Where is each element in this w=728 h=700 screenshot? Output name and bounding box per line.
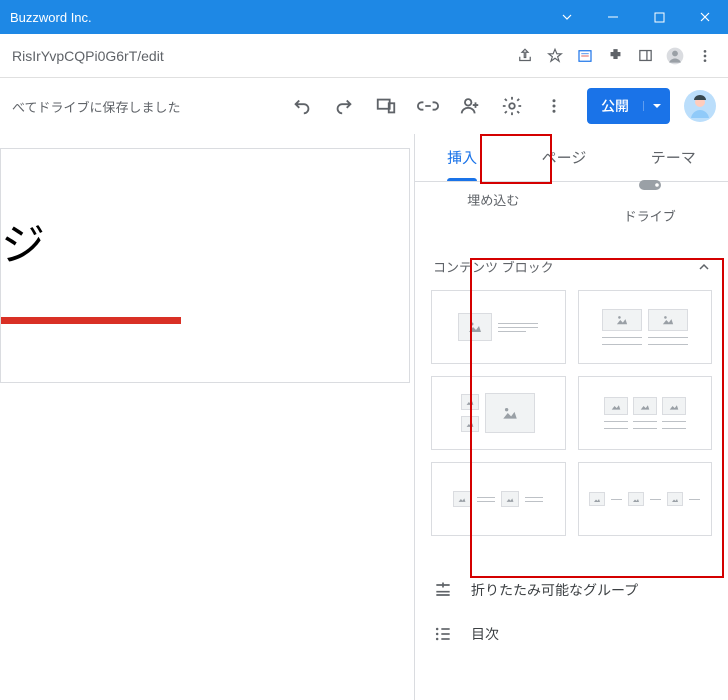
undo-button[interactable] xyxy=(281,85,323,127)
panel-icon[interactable] xyxy=(630,42,660,70)
avatar[interactable] xyxy=(684,90,716,122)
chevron-down-icon[interactable] xyxy=(544,0,590,34)
star-icon[interactable] xyxy=(540,42,570,70)
image-icon xyxy=(453,491,471,507)
profile-icon[interactable] xyxy=(660,42,690,70)
publish-label: 公開 xyxy=(587,96,643,116)
read-icon[interactable] xyxy=(570,42,600,70)
highlight-insert-tab xyxy=(480,134,552,184)
publish-button[interactable]: 公開 xyxy=(587,88,670,124)
tab-insert[interactable]: 挿入 xyxy=(439,135,485,180)
panel-tabs: 挿入 ページ テーマ xyxy=(415,134,728,182)
window-minimize-button[interactable] xyxy=(590,0,636,34)
link-icon[interactable] xyxy=(407,85,449,127)
collapsible-icon xyxy=(433,580,453,600)
page-paper[interactable]: ジ xyxy=(0,148,410,383)
window-maximize-button[interactable] xyxy=(636,0,682,34)
share-icon[interactable] xyxy=(510,42,540,70)
devices-icon[interactable] xyxy=(365,85,407,127)
titlebar: Buzzword Inc. xyxy=(0,0,728,34)
window-close-button[interactable] xyxy=(682,0,728,34)
share-person-icon[interactable] xyxy=(449,85,491,127)
drive-item[interactable]: ドライブ xyxy=(572,190,728,225)
chrome-menu-icon[interactable] xyxy=(690,42,720,70)
app-toolbar: べてドライブに保存しました 公開 xyxy=(0,78,728,134)
drive-label: ドライブ xyxy=(624,209,676,224)
url-text: RisIrYvpCQPi0G6rT/edit xyxy=(8,48,510,64)
insert-quick: 埋め込む ドライブ xyxy=(415,182,728,243)
address-bar: RisIrYvpCQPi0G6rT/edit xyxy=(0,34,728,78)
embed-item[interactable]: 埋め込む xyxy=(415,190,572,225)
more-icon[interactable] xyxy=(533,85,575,127)
toc-label: 目次 xyxy=(471,624,499,644)
window-title: Buzzword Inc. xyxy=(10,10,544,25)
page-canvas[interactable]: ジ xyxy=(0,134,415,700)
toc-icon xyxy=(433,624,453,644)
extensions-icon[interactable] xyxy=(600,42,630,70)
gear-icon[interactable] xyxy=(491,85,533,127)
redo-button[interactable] xyxy=(323,85,365,127)
selection-handle[interactable] xyxy=(1,317,181,324)
highlight-content-blocks xyxy=(470,258,724,578)
embed-label: 埋め込む xyxy=(467,193,519,208)
page-title[interactable]: ジ xyxy=(1,209,409,273)
save-status: べてドライブに保存しました xyxy=(12,97,281,116)
toc-item[interactable]: 目次 xyxy=(433,612,710,656)
tab-theme[interactable]: テーマ xyxy=(643,135,704,180)
collapsible-label: 折りたたみ可能なグループ xyxy=(471,580,638,600)
publish-dropdown[interactable] xyxy=(643,101,670,111)
drive-icon xyxy=(637,178,663,192)
